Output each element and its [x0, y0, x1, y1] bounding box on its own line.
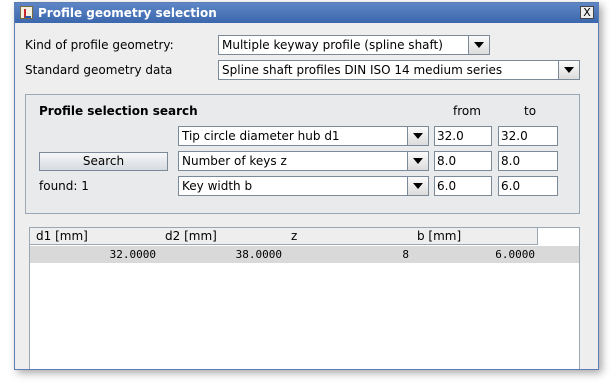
column-header-z[interactable]: z — [285, 228, 412, 245]
cell-z: 8 — [402, 248, 409, 261]
profile-search-panel: Profile selection search from to Tip cir… — [25, 94, 580, 214]
from-field-1[interactable]: 32.0 — [434, 126, 492, 146]
close-button[interactable]: X — [580, 6, 594, 19]
kind-value: Multiple keyway profile (spline shaft) — [222, 38, 443, 52]
criterion-combobox-3[interactable]: Key width b — [178, 176, 429, 196]
found-count: found: 1 — [39, 179, 89, 193]
chevron-down-icon[interactable] — [407, 152, 428, 170]
column-header-d1[interactable]: d1 [mm] — [30, 228, 160, 245]
java-app-icon — [20, 6, 33, 19]
to-header: to — [524, 104, 537, 118]
to-field-1[interactable]: 32.0 — [498, 126, 558, 146]
search-panel-title: Profile selection search — [39, 104, 198, 118]
search-button[interactable]: Search — [39, 152, 168, 171]
from-header: from — [453, 104, 481, 118]
criterion-value: Key width b — [182, 179, 253, 193]
standard-label: Standard geometry data — [25, 63, 173, 77]
results-table: d1 [mm] d2 [mm] z b [mm] 32.0000 38.0000… — [29, 227, 580, 369]
table-row[interactable]: 32.0000 38.0000 8 6.0000 — [30, 246, 579, 263]
profile-geometry-dialog: Profile geometry selection X Kind of pro… — [14, 2, 599, 370]
to-field-3[interactable]: 6.0 — [498, 176, 558, 196]
standard-value: Spline shaft profiles DIN ISO 14 medium … — [222, 63, 503, 77]
chevron-down-icon[interactable] — [407, 177, 428, 195]
cell-d2: 38.0000 — [235, 248, 282, 261]
kind-combobox[interactable]: Multiple keyway profile (spline shaft) — [218, 35, 490, 55]
criterion-value: Number of keys z — [182, 154, 287, 168]
chevron-down-icon[interactable] — [468, 36, 489, 54]
standard-combobox[interactable]: Spline shaft profiles DIN ISO 14 medium … — [218, 60, 580, 80]
chevron-down-icon[interactable] — [407, 127, 428, 145]
kind-label: Kind of profile geometry: — [25, 38, 174, 52]
chevron-down-icon[interactable] — [558, 61, 579, 79]
cell-d1: 32.0000 — [109, 248, 156, 261]
to-field-2[interactable]: 8.0 — [498, 151, 558, 171]
from-field-3[interactable]: 6.0 — [434, 176, 492, 196]
title-bar[interactable]: Profile geometry selection X — [15, 3, 598, 23]
criterion-combobox-2[interactable]: Number of keys z — [178, 151, 429, 171]
criterion-combobox-1[interactable]: Tip circle diameter hub d1 — [178, 126, 429, 146]
from-field-2[interactable]: 8.0 — [434, 151, 492, 171]
window-title: Profile geometry selection — [38, 6, 217, 20]
column-header-d2[interactable]: d2 [mm] — [159, 228, 286, 245]
cell-b: 6.0000 — [495, 248, 535, 261]
column-header-b[interactable]: b [mm] — [411, 228, 538, 245]
criterion-value: Tip circle diameter hub d1 — [182, 129, 340, 143]
